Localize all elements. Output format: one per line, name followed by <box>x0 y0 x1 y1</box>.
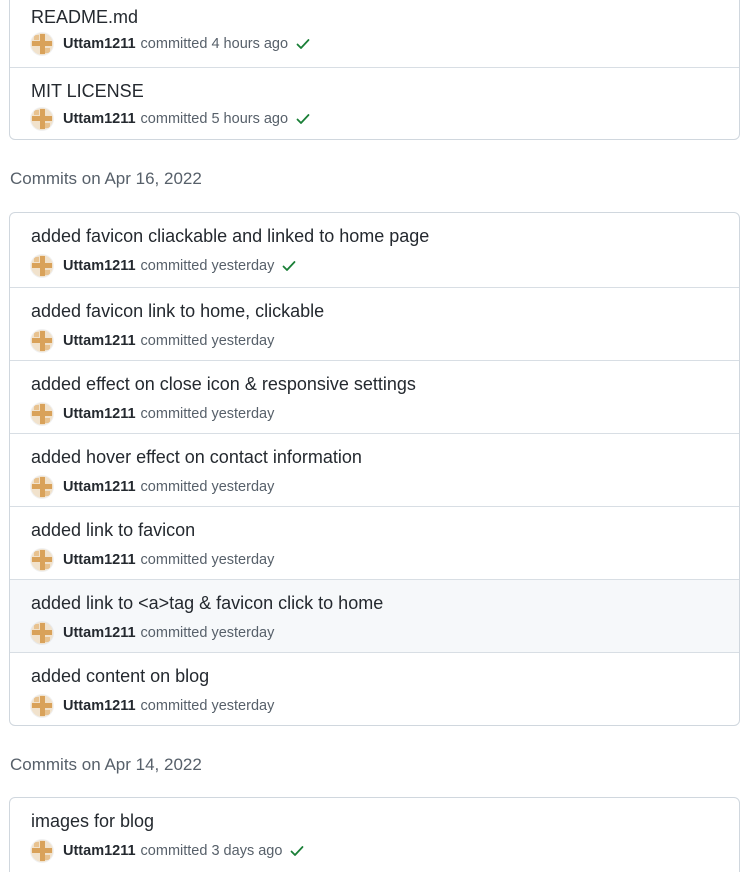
commit-verb: committed <box>140 406 208 422</box>
author-avatar[interactable] <box>31 695 53 717</box>
author-link[interactable]: Uttam1211 <box>63 333 136 349</box>
commit-row[interactable]: added link to <a>tag & favicon click to … <box>10 579 739 652</box>
commit-group-top: README.md Uttam1211 committed 4 hours ag… <box>9 0 740 140</box>
commit-time: yesterday <box>211 552 275 568</box>
commit-row[interactable]: added link to favicon Uttam1211 committe… <box>10 506 739 579</box>
commit-verb: committed <box>140 698 208 714</box>
commit-time: yesterday <box>211 479 275 495</box>
author-avatar[interactable] <box>31 549 53 571</box>
author-link[interactable]: Uttam1211 <box>63 36 136 52</box>
author-avatar[interactable] <box>31 622 53 644</box>
commit-meta: Uttam1211 committed 5 hours ago <box>31 108 311 130</box>
author-link[interactable]: Uttam1211 <box>63 552 136 568</box>
commit-meta: Uttam1211 committed yesterday <box>31 255 297 277</box>
author-avatar[interactable] <box>31 476 53 498</box>
author-link[interactable]: Uttam1211 <box>63 111 136 127</box>
check-icon[interactable] <box>295 111 311 127</box>
commit-title[interactable]: added favicon cliackable and linked to h… <box>31 225 429 247</box>
commit-time: 5 hours ago <box>211 111 289 127</box>
commit-time: yesterday <box>211 258 275 274</box>
commit-row[interactable]: added favicon link to home, clickable Ut… <box>10 287 739 360</box>
commit-time: yesterday <box>211 625 275 641</box>
commit-verb: committed <box>140 843 208 859</box>
commit-title[interactable]: added favicon link to home, clickable <box>31 300 324 322</box>
commit-meta: Uttam1211 committed yesterday <box>31 549 274 571</box>
author-avatar[interactable] <box>31 255 53 277</box>
author-avatar[interactable] <box>31 840 53 862</box>
author-avatar[interactable] <box>31 33 53 55</box>
commit-history-page: README.md Uttam1211 committed 4 hours ag… <box>0 0 750 872</box>
check-icon[interactable] <box>295 36 311 52</box>
author-link[interactable]: Uttam1211 <box>63 406 136 422</box>
commit-title[interactable]: added content on blog <box>31 665 209 687</box>
commits-date-heading: Commits on Apr 16, 2022 <box>10 169 202 188</box>
commit-row[interactable]: added hover effect on contact informatio… <box>10 433 739 506</box>
commit-verb: committed <box>140 333 208 349</box>
commit-row[interactable]: images for blog Uttam1211 committed 3 da… <box>10 798 739 872</box>
commit-meta: Uttam1211 committed 3 days ago <box>31 840 305 862</box>
author-link[interactable]: Uttam1211 <box>63 843 136 859</box>
commit-title[interactable]: added link to favicon <box>31 519 195 541</box>
commit-verb: committed <box>140 111 208 127</box>
commit-row[interactable]: added favicon cliackable and linked to h… <box>10 213 739 287</box>
commit-row[interactable]: added effect on close icon & responsive … <box>10 360 739 433</box>
commit-time: 4 hours ago <box>211 36 289 52</box>
commit-title[interactable]: added link to <a>tag & favicon click to … <box>31 592 383 614</box>
commit-title[interactable]: README.md <box>31 6 138 28</box>
commit-meta: Uttam1211 committed yesterday <box>31 695 274 717</box>
commit-title[interactable]: MIT LICENSE <box>31 80 144 102</box>
commit-verb: committed <box>140 552 208 568</box>
check-icon[interactable] <box>289 843 305 859</box>
author-link[interactable]: Uttam1211 <box>63 698 136 714</box>
commit-time: yesterday <box>211 698 275 714</box>
commit-row[interactable]: MIT LICENSE Uttam1211 committed 5 hours … <box>10 67 739 139</box>
commit-time: yesterday <box>211 406 275 422</box>
author-avatar[interactable] <box>31 108 53 130</box>
commit-verb: committed <box>140 625 208 641</box>
commit-row[interactable]: README.md Uttam1211 committed 4 hours ag… <box>10 0 739 67</box>
commit-meta: Uttam1211 committed yesterday <box>31 476 274 498</box>
commit-meta: Uttam1211 committed yesterday <box>31 403 274 425</box>
commit-time: 3 days ago <box>211 843 283 859</box>
author-avatar[interactable] <box>31 330 53 352</box>
commit-verb: committed <box>140 479 208 495</box>
commit-title[interactable]: added effect on close icon & responsive … <box>31 373 416 395</box>
commit-title[interactable]: images for blog <box>31 810 154 832</box>
author-link[interactable]: Uttam1211 <box>63 625 136 641</box>
commits-date-heading: Commits on Apr 14, 2022 <box>10 755 202 774</box>
commit-time: yesterday <box>211 333 275 349</box>
commit-meta: Uttam1211 committed yesterday <box>31 622 274 644</box>
commit-meta: Uttam1211 committed yesterday <box>31 330 274 352</box>
commit-title[interactable]: added hover effect on contact informatio… <box>31 446 362 468</box>
commit-group-apr16: added favicon cliackable and linked to h… <box>9 212 740 726</box>
author-link[interactable]: Uttam1211 <box>63 258 136 274</box>
author-link[interactable]: Uttam1211 <box>63 479 136 495</box>
check-icon[interactable] <box>281 258 297 274</box>
commit-group-apr14: images for blog Uttam1211 committed 3 da… <box>9 797 740 872</box>
commit-verb: committed <box>140 258 208 274</box>
commit-row[interactable]: added content on blog Uttam1211 committe… <box>10 652 739 725</box>
commit-meta: Uttam1211 committed 4 hours ago <box>31 33 311 55</box>
author-avatar[interactable] <box>31 403 53 425</box>
commit-verb: committed <box>140 36 208 52</box>
